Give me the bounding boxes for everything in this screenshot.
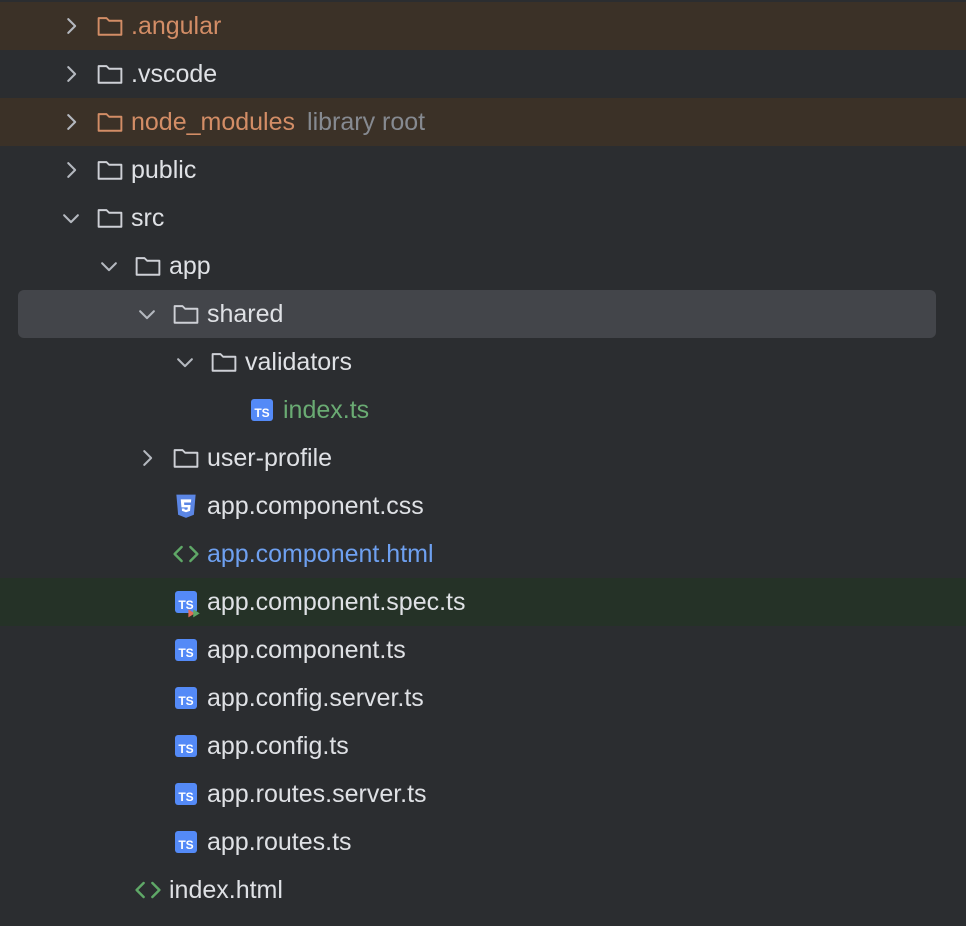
tree-item-label: app.config.server.ts <box>207 683 424 712</box>
tree-row-angular[interactable]: .angular <box>0 2 966 50</box>
chevron-down-icon[interactable] <box>135 302 159 326</box>
folder-icon <box>209 347 239 377</box>
chevron-down-icon[interactable] <box>97 254 121 278</box>
chevron-right-icon[interactable] <box>59 110 83 134</box>
test-run-icon <box>188 609 200 618</box>
tree-item-label: public <box>131 155 197 184</box>
tree-row-app-routes-server-ts[interactable]: TS app.routes.server.ts <box>0 770 966 818</box>
tree-row-app-config-server-ts[interactable]: TS app.config.server.ts <box>0 674 966 722</box>
tree-item-label: app.component.html <box>207 539 434 568</box>
chevron-right-icon[interactable] <box>59 14 83 38</box>
tree-row-node-modules[interactable]: node_modules library root <box>0 98 966 146</box>
chevron-right-icon[interactable] <box>135 446 159 470</box>
folder-icon <box>133 251 163 281</box>
css-file-icon <box>171 491 201 521</box>
tree-item-label: .angular <box>131 11 222 40</box>
tree-item-label: app.component.css <box>207 491 424 520</box>
folder-icon <box>95 155 125 185</box>
tree-item-label: .vscode <box>131 59 218 88</box>
html-file-icon <box>171 539 201 569</box>
typescript-test-file-icon: TS <box>171 587 201 618</box>
tree-row-shared[interactable]: shared <box>0 290 966 338</box>
tree-row-src[interactable]: src <box>0 194 966 242</box>
tree-item-label: index.html <box>169 875 283 904</box>
typescript-file-icon: TS <box>171 683 201 713</box>
html-file-icon <box>133 875 163 905</box>
tree-row-app-component-ts[interactable]: TS app.component.ts <box>0 626 966 674</box>
typescript-file-icon: TS <box>171 779 201 809</box>
tree-row-public[interactable]: public <box>0 146 966 194</box>
library-root-hint: library root <box>307 107 426 136</box>
tree-row-validators[interactable]: validators <box>0 338 966 386</box>
folder-icon <box>171 443 201 473</box>
folder-icon <box>95 59 125 89</box>
tree-item-label: app.routes.ts <box>207 827 352 856</box>
tree-row-app-config-ts[interactable]: TS app.config.ts <box>0 722 966 770</box>
tree-item-label: node_modules <box>131 107 296 136</box>
chevron-right-icon[interactable] <box>59 62 83 86</box>
tree-row-index-html[interactable]: index.html <box>0 866 966 914</box>
tree-item-label: src <box>131 203 165 232</box>
tree-row-app-component-html[interactable]: app.component.html <box>0 530 966 578</box>
chevron-right-icon[interactable] <box>59 158 83 182</box>
tree-row-index-ts[interactable]: TS index.ts <box>0 386 966 434</box>
folder-icon <box>171 299 201 329</box>
chevron-down-icon[interactable] <box>59 206 83 230</box>
folder-icon <box>95 203 125 233</box>
tree-item-label: app.config.ts <box>207 731 349 760</box>
typescript-file-icon: TS <box>171 731 201 761</box>
tree-item-label: app.component.spec.ts <box>207 587 466 616</box>
folder-icon <box>95 107 125 137</box>
tree-item-label: app.component.ts <box>207 635 406 664</box>
tree-row-app-component-spec-ts[interactable]: TS app.component.spec.ts <box>0 578 966 626</box>
typescript-file-icon: TS <box>171 635 201 665</box>
tree-item-label: shared <box>207 299 284 328</box>
tree-item-label: index.ts <box>283 395 370 424</box>
project-tree: .angular .vscode node_modules library ro… <box>0 0 966 926</box>
tree-item-label: validators <box>245 347 352 376</box>
chevron-down-icon[interactable] <box>173 350 197 374</box>
folder-icon <box>95 11 125 41</box>
tree-item-label: user-profile <box>207 443 333 472</box>
tree-item-label: app <box>169 251 211 280</box>
tree-row-app[interactable]: app <box>0 242 966 290</box>
typescript-file-icon: TS <box>171 827 201 857</box>
typescript-file-icon: TS <box>247 395 277 425</box>
tree-row-vscode[interactable]: .vscode <box>0 50 966 98</box>
tree-row-app-routes-ts[interactable]: TS app.routes.ts <box>0 818 966 866</box>
tree-row-app-component-css[interactable]: app.component.css <box>0 482 966 530</box>
tree-row-user-profile[interactable]: user-profile <box>0 434 966 482</box>
tree-item-label: app.routes.server.ts <box>207 779 427 808</box>
